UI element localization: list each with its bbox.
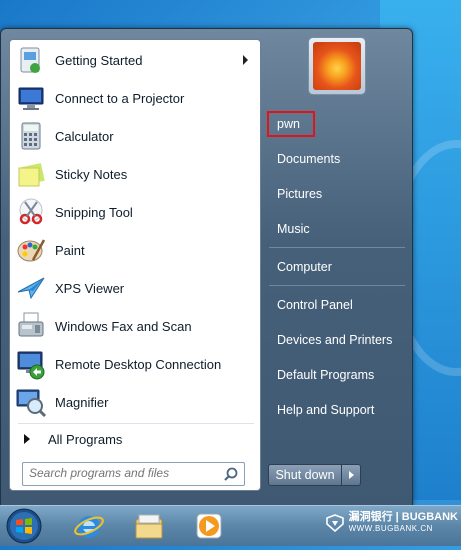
program-calculator[interactable]: Calculator [12,118,258,154]
help-support-label: Help and Support [277,403,375,417]
start-orb-icon[interactable] [4,507,44,545]
user-name: pwn [277,117,300,131]
program-label: Remote Desktop Connection [55,356,222,372]
devices-printers-link[interactable]: Devices and Printers [269,325,405,355]
calculator-icon [15,120,47,152]
computer-label: Computer [277,260,332,274]
program-label: XPS Viewer [55,280,125,296]
program-label: Connect to a Projector [55,90,185,106]
scissors-icon [15,196,47,228]
search-input[interactable] [29,463,219,483]
sticky-notes-icon [15,158,47,190]
program-remote-desktop[interactable]: Remote Desktop Connection [12,346,258,382]
arrow-right-icon [24,434,30,444]
pictures-label: Pictures [277,187,323,201]
flower-picture-icon [313,42,361,90]
default-programs-link[interactable]: Default Programs [269,360,405,390]
divider [18,423,254,424]
programs-pane: Getting Started Connect to a Projector C… [9,39,261,491]
program-label: Paint [55,242,85,258]
user-folder-link[interactable]: pwn [269,109,405,139]
search-box[interactable] [22,462,245,486]
program-paint[interactable]: Paint [12,232,258,268]
program-getting-started[interactable]: Getting Started [12,42,258,78]
xps-viewer-icon [15,272,47,304]
start-menu: Getting Started Connect to a Projector C… [0,28,413,507]
music-label: Music [277,222,310,236]
remote-desktop-icon [15,348,47,380]
computer-link[interactable]: Computer [269,252,405,282]
divider [269,247,405,248]
search-icon[interactable] [223,466,239,482]
program-label: Windows Fax and Scan [55,318,192,334]
program-xps-viewer[interactable]: XPS Viewer [12,270,258,306]
program-label: Getting Started [55,52,143,68]
music-link[interactable]: Music [269,214,405,244]
program-label: Magnifier [55,394,109,410]
internet-explorer-icon[interactable] [68,509,110,543]
program-label: Snipping Tool [55,204,133,220]
program-fax-scan[interactable]: Windows Fax and Scan [12,308,258,344]
documents-label: Documents [277,152,341,166]
control-panel-link[interactable]: Control Panel [269,290,405,320]
program-label: Sticky Notes [55,166,128,182]
shutdown-options-arrow-icon[interactable] [342,464,361,486]
getting-started-icon [15,44,47,76]
program-magnifier[interactable]: Magnifier [12,384,258,420]
all-programs-button[interactable]: All Programs [12,426,258,452]
documents-link[interactable]: Documents [269,144,405,174]
fax-icon [15,310,47,342]
paint-palette-icon [15,234,47,266]
watermark: 漏洞银行 | BUGBANK WWW.BUGBANK.CN [325,512,458,534]
control-panel-label: Control Panel [277,298,353,312]
watermark-url: WWW.BUGBANK.CN [348,524,433,533]
shutdown-button[interactable]: Shut down [268,464,342,486]
pictures-link[interactable]: Pictures [269,179,405,209]
user-avatar[interactable] [308,37,366,95]
default-programs-label: Default Programs [277,368,375,382]
program-connect-projector[interactable]: Connect to a Projector [12,80,258,116]
program-snipping-tool[interactable]: Snipping Tool [12,194,258,230]
shutdown-control: Shut down [268,464,362,486]
bugbank-logo-icon [325,514,344,532]
help-support-link[interactable]: Help and Support [269,395,405,425]
taskbar: 漏洞银行 | BUGBANK WWW.BUGBANK.CN [0,505,461,546]
media-player-icon[interactable] [188,509,230,543]
watermark-title: 漏洞银行 | BUGBANK [348,511,458,523]
submenu-arrow-icon[interactable] [243,55,248,65]
divider [269,285,405,286]
devices-printers-label: Devices and Printers [277,333,393,347]
projector-icon [15,82,47,114]
magnifier-icon [15,386,47,418]
windows-explorer-icon[interactable] [128,509,170,543]
program-label: Calculator [55,128,114,144]
all-programs-label: All Programs [48,431,123,447]
program-sticky-notes[interactable]: Sticky Notes [12,156,258,192]
